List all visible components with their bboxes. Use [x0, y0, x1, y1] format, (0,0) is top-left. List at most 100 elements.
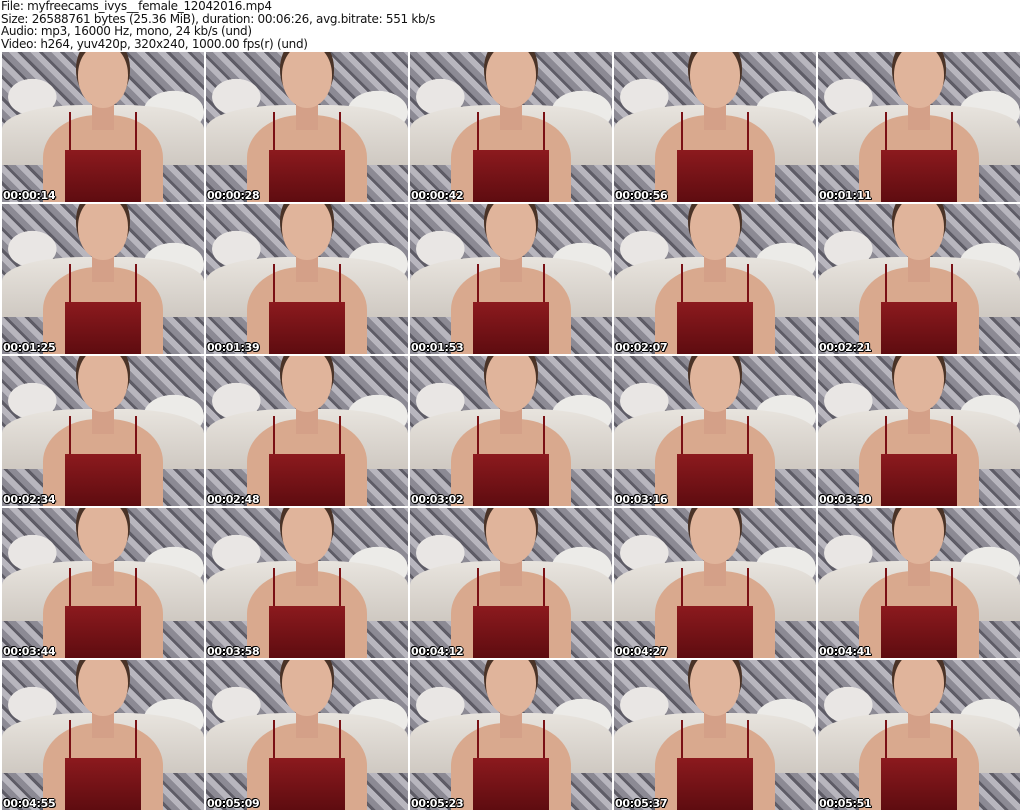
strap [135, 568, 137, 608]
red-top [65, 454, 141, 506]
strap [135, 264, 137, 304]
red-top [677, 302, 753, 354]
head [282, 52, 332, 108]
video-thumbnail: 00:00:56 [614, 52, 816, 202]
timestamp: 00:05:09 [207, 797, 260, 810]
timestamp: 00:03:16 [615, 493, 668, 506]
strap [339, 112, 341, 152]
strap [885, 720, 887, 760]
video-thumbnail: 00:02:34 [2, 356, 204, 506]
head [690, 660, 740, 716]
red-top [473, 150, 549, 202]
timestamp: 00:04:12 [411, 645, 464, 658]
strap [543, 720, 545, 760]
video-thumbnail: 00:04:55 [2, 660, 204, 810]
strap [477, 416, 479, 456]
video-thumbnail: 00:05:37 [614, 660, 816, 810]
timestamp: 00:05:23 [411, 797, 464, 810]
strap [477, 720, 479, 760]
video-thumbnail: 00:00:14 [2, 52, 204, 202]
video-thumbnail: 00:01:11 [818, 52, 1020, 202]
head [894, 356, 944, 412]
timestamp: 00:00:42 [411, 189, 464, 202]
head [282, 204, 332, 260]
strap [69, 720, 71, 760]
timestamp: 00:04:55 [3, 797, 56, 810]
red-top [677, 758, 753, 810]
file-name: File: myfreecams_ivys__female_12042016.m… [1, 0, 272, 13]
red-top [473, 606, 549, 658]
strap [747, 264, 749, 304]
video-thumbnail: 00:01:25 [2, 204, 204, 354]
strap [135, 112, 137, 152]
timestamp: 00:00:14 [3, 189, 56, 202]
head [78, 508, 128, 564]
strap [885, 416, 887, 456]
strap [273, 264, 275, 304]
red-top [881, 454, 957, 506]
red-top [65, 302, 141, 354]
video-thumbnail: 00:03:58 [206, 508, 408, 658]
timestamp: 00:00:56 [615, 189, 668, 202]
video-thumbnail: 00:05:09 [206, 660, 408, 810]
red-top [473, 454, 549, 506]
head [78, 356, 128, 412]
red-top [65, 758, 141, 810]
video-thumbnail: 00:03:30 [818, 356, 1020, 506]
video-thumbnail: 00:00:28 [206, 52, 408, 202]
red-top [881, 606, 957, 658]
head [690, 508, 740, 564]
strap [747, 720, 749, 760]
audio-info: Audio: mp3, 16000 Hz, mono, 24 kb/s (und… [1, 24, 252, 38]
file-info-header: File: myfreecams_ivys__female_12042016.m… [1, 0, 435, 50]
video-thumbnail: 00:05:51 [818, 660, 1020, 810]
head [486, 204, 536, 260]
strap [273, 568, 275, 608]
timestamp: 00:02:07 [615, 341, 668, 354]
strap [477, 112, 479, 152]
strap [135, 720, 137, 760]
red-top [881, 758, 957, 810]
timestamp: 00:01:11 [819, 189, 872, 202]
timestamp: 00:04:41 [819, 645, 872, 658]
strap [681, 720, 683, 760]
strap [885, 568, 887, 608]
video-thumbnail: 00:04:12 [410, 508, 612, 658]
strap [69, 112, 71, 152]
head [894, 508, 944, 564]
thumbnail-grid: 00:00:14 00:00:28 00:00:42 00:00:56 00:01:11… [2, 52, 1020, 810]
red-top [269, 150, 345, 202]
head [78, 204, 128, 260]
strap [681, 568, 683, 608]
video-thumbnail: 00:05:23 [410, 660, 612, 810]
video-thumbnail: 00:00:42 [410, 52, 612, 202]
strap [339, 720, 341, 760]
strap [951, 416, 953, 456]
strap [951, 720, 953, 760]
head [690, 204, 740, 260]
strap [69, 568, 71, 608]
head [894, 204, 944, 260]
video-thumbnail: 00:02:21 [818, 204, 1020, 354]
head [78, 52, 128, 108]
strap [543, 264, 545, 304]
strap [681, 264, 683, 304]
strap [543, 112, 545, 152]
head [690, 356, 740, 412]
red-top [65, 150, 141, 202]
head [894, 52, 944, 108]
red-top [473, 758, 549, 810]
strap [747, 416, 749, 456]
head [486, 52, 536, 108]
red-top [677, 150, 753, 202]
timestamp: 00:03:30 [819, 493, 872, 506]
head [282, 508, 332, 564]
strap [339, 568, 341, 608]
head [282, 660, 332, 716]
head [486, 508, 536, 564]
red-top [65, 606, 141, 658]
red-top [269, 454, 345, 506]
strap [747, 112, 749, 152]
timestamp: 00:00:28 [207, 189, 260, 202]
strap [543, 568, 545, 608]
